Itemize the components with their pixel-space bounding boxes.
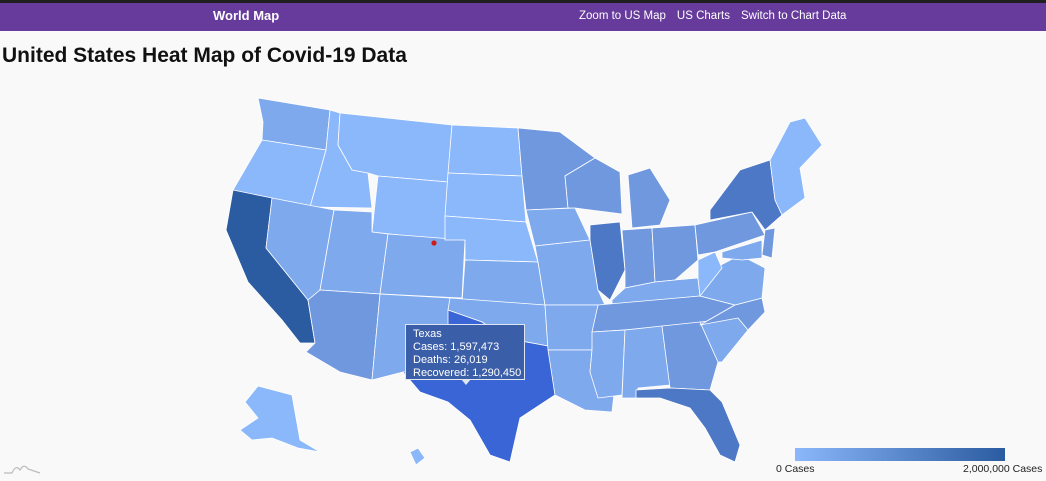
- legend-min-label: 0 Cases: [776, 463, 815, 475]
- location-marker[interactable]: [431, 240, 437, 246]
- state-iowa[interactable]: [525, 207, 591, 247]
- legend-max-label: 2,000,000 Cases: [963, 463, 1043, 475]
- state-arizona[interactable]: [305, 289, 381, 381]
- state-south-dakota[interactable]: [444, 172, 527, 223]
- tooltip-cases: Cases: 1,597,473: [413, 341, 500, 353]
- tooltip-deaths: Deaths: 26,019: [413, 354, 488, 366]
- state-ohio[interactable]: [651, 224, 699, 283]
- us-heat-map: [225, 97, 823, 466]
- state-hawaii[interactable]: [409, 447, 426, 466]
- tooltip-state-name: Texas: [413, 328, 442, 340]
- chart-library-logo-icon[interactable]: [2, 460, 42, 476]
- state-north-dakota[interactable]: [447, 124, 523, 177]
- legend-gradient-bar: [795, 448, 1005, 461]
- state-mississippi[interactable]: [589, 329, 626, 399]
- state-alabama[interactable]: [621, 325, 671, 399]
- state-arkansas[interactable]: [544, 304, 599, 351]
- state-alaska[interactable]: [239, 385, 321, 453]
- region-new-england[interactable]: [769, 117, 823, 216]
- state-kansas[interactable]: [461, 259, 546, 306]
- state-indiana[interactable]: [621, 227, 656, 289]
- state-wyoming[interactable]: [371, 175, 449, 241]
- state-tooltip: Texas Cases: 1,597,473 Deaths: 26,019 Re…: [405, 324, 525, 385]
- tooltip-pointer: [461, 379, 471, 385]
- state-florida[interactable]: [635, 387, 741, 463]
- state-michigan[interactable]: [627, 167, 671, 229]
- state-colorado[interactable]: [379, 233, 466, 299]
